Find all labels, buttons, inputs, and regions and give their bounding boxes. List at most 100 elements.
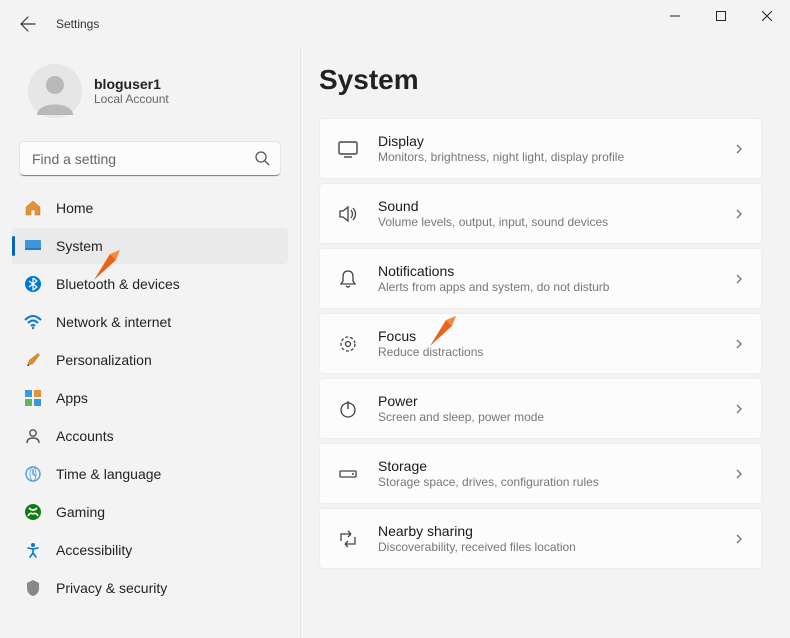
system-icon — [24, 237, 42, 255]
sidebar-item-apps[interactable]: Apps — [12, 380, 288, 416]
display-icon — [336, 137, 360, 161]
settings-window: Settings bloguser1 Local Account — [0, 0, 790, 638]
setting-text: Display Monitors, brightness, night ligh… — [378, 133, 715, 164]
nav: Home System Bluetooth & devices Network … — [12, 190, 288, 606]
setting-label: Sound — [378, 198, 715, 214]
setting-label: Storage — [378, 458, 715, 474]
sidebar: bloguser1 Local Account Home System — [0, 48, 300, 638]
sidebar-item-personalization[interactable]: Personalization — [12, 342, 288, 378]
chevron-right-icon — [733, 143, 745, 155]
accessibility-icon — [24, 541, 42, 559]
sidebar-item-bluetooth[interactable]: Bluetooth & devices — [12, 266, 288, 302]
setting-nearby-sharing[interactable]: Nearby sharing Discoverability, received… — [319, 508, 762, 569]
setting-label: Display — [378, 133, 715, 149]
sidebar-item-label: Network & internet — [56, 314, 171, 330]
chevron-right-icon — [733, 468, 745, 480]
search-icon — [254, 150, 270, 166]
page-title: System — [319, 64, 762, 96]
sidebar-item-home[interactable]: Home — [12, 190, 288, 226]
user-icon — [31, 67, 79, 115]
minimize-button[interactable] — [652, 0, 698, 32]
close-button[interactable] — [744, 0, 790, 32]
user-block[interactable]: bloguser1 Local Account — [12, 56, 288, 134]
user-info: bloguser1 Local Account — [94, 76, 169, 106]
power-icon — [336, 397, 360, 421]
user-name: bloguser1 — [94, 76, 169, 92]
titlebar: Settings — [0, 0, 790, 48]
sidebar-item-label: Bluetooth & devices — [56, 276, 180, 292]
setting-text: Storage Storage space, drives, configura… — [378, 458, 715, 489]
setting-desc: Alerts from apps and system, do not dist… — [378, 280, 715, 294]
apps-icon — [24, 389, 42, 407]
setting-notifications[interactable]: Notifications Alerts from apps and syste… — [319, 248, 762, 309]
user-account-type: Local Account — [94, 92, 169, 106]
nearby-sharing-icon — [336, 527, 360, 551]
setting-desc: Monitors, brightness, night light, displ… — [378, 150, 715, 164]
setting-desc: Discoverability, received files location — [378, 540, 715, 554]
sidebar-item-label: Home — [56, 200, 93, 216]
setting-desc: Storage space, drives, configuration rul… — [378, 475, 715, 489]
sidebar-item-label: Gaming — [56, 504, 105, 520]
setting-power[interactable]: Power Screen and sleep, power mode — [319, 378, 762, 439]
focus-icon — [336, 332, 360, 356]
back-arrow-icon — [20, 16, 36, 32]
personalization-icon — [24, 351, 42, 369]
sidebar-item-time-language[interactable]: Time & language — [12, 456, 288, 492]
chevron-right-icon — [733, 338, 745, 350]
network-icon — [24, 313, 42, 331]
setting-label: Power — [378, 393, 715, 409]
settings-list: Display Monitors, brightness, night ligh… — [319, 118, 762, 569]
setting-label: Focus — [378, 328, 715, 344]
setting-text: Nearby sharing Discoverability, received… — [378, 523, 715, 554]
setting-text: Sound Volume levels, output, input, soun… — [378, 198, 715, 229]
sidebar-item-system[interactable]: System — [12, 228, 288, 264]
setting-text: Notifications Alerts from apps and syste… — [378, 263, 715, 294]
sidebar-item-label: Accessibility — [56, 542, 132, 558]
sidebar-item-label: Time & language — [56, 466, 161, 482]
bluetooth-icon — [24, 275, 42, 293]
window-controls — [652, 0, 790, 32]
setting-label: Nearby sharing — [378, 523, 715, 539]
setting-text: Focus Reduce distractions — [378, 328, 715, 359]
home-icon — [24, 199, 42, 217]
sidebar-item-accessibility[interactable]: Accessibility — [12, 532, 288, 568]
notifications-icon — [336, 267, 360, 291]
window-title: Settings — [56, 17, 99, 31]
sidebar-item-gaming[interactable]: Gaming — [12, 494, 288, 530]
sidebar-item-network[interactable]: Network & internet — [12, 304, 288, 340]
chevron-right-icon — [733, 533, 745, 545]
accounts-icon — [24, 427, 42, 445]
privacy-icon — [24, 579, 42, 597]
main-panel: System Display Monitors, brightness, nig… — [300, 48, 790, 638]
search-input[interactable] — [20, 142, 280, 176]
setting-label: Notifications — [378, 263, 715, 279]
storage-icon — [336, 462, 360, 486]
setting-sound[interactable]: Sound Volume levels, output, input, soun… — [319, 183, 762, 244]
gaming-icon — [24, 503, 42, 521]
search-wrap — [20, 142, 280, 176]
setting-storage[interactable]: Storage Storage space, drives, configura… — [319, 443, 762, 504]
close-icon — [762, 11, 772, 21]
back-button[interactable] — [8, 4, 48, 44]
sidebar-item-privacy-security[interactable]: Privacy & security — [12, 570, 288, 606]
content: bloguser1 Local Account Home System — [0, 48, 790, 638]
minimize-icon — [670, 11, 680, 21]
sound-icon — [336, 202, 360, 226]
setting-desc: Volume levels, output, input, sound devi… — [378, 215, 715, 229]
sidebar-item-label: Accounts — [56, 428, 114, 444]
sidebar-item-label: System — [56, 238, 103, 254]
chevron-right-icon — [733, 273, 745, 285]
sidebar-item-label: Apps — [56, 390, 88, 406]
time-language-icon — [24, 465, 42, 483]
setting-text: Power Screen and sleep, power mode — [378, 393, 715, 424]
setting-focus[interactable]: Focus Reduce distractions — [319, 313, 762, 374]
sidebar-item-label: Personalization — [56, 352, 152, 368]
maximize-button[interactable] — [698, 0, 744, 32]
chevron-right-icon — [733, 403, 745, 415]
setting-desc: Screen and sleep, power mode — [378, 410, 715, 424]
sidebar-item-accounts[interactable]: Accounts — [12, 418, 288, 454]
chevron-right-icon — [733, 208, 745, 220]
sidebar-item-label: Privacy & security — [56, 580, 167, 596]
avatar — [28, 64, 82, 118]
setting-display[interactable]: Display Monitors, brightness, night ligh… — [319, 118, 762, 179]
